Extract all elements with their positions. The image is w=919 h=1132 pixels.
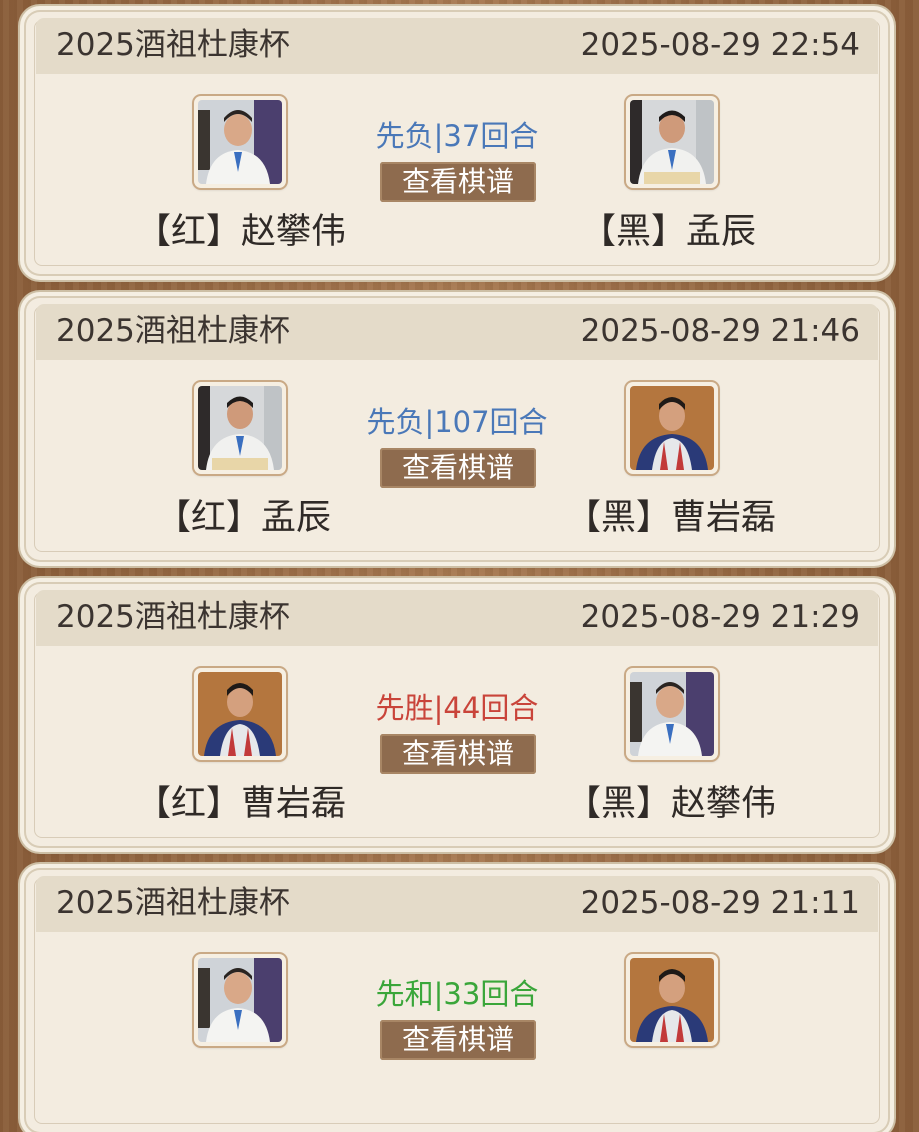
game-result: 先负|107回合 [366,405,548,439]
black-player-avatar [626,96,718,188]
view-record-button[interactable]: 查看棋谱 [380,448,536,488]
red-player-avatar [194,96,286,188]
view-record-button[interactable]: 查看棋谱 [380,734,536,774]
match-card[interactable]: 2025酒祖杜康杯 2025-08-29 21:29 先胜|44回合 查看棋谱 … [26,584,888,846]
view-record-button[interactable]: 查看棋谱 [380,162,536,202]
match-card[interactable]: 2025酒祖杜康杯 2025-08-29 21:11 先和|33回合 查看棋谱 [26,870,888,1132]
match-card[interactable]: 2025酒祖杜康杯 2025-08-29 21:46 先负|107回合 查看棋谱… [26,298,888,560]
black-player-name: 【黑】赵攀伟 [566,784,777,824]
black-player-name: 【黑】曹岩磊 [566,498,777,538]
match-time: 2025-08-29 21:46 [580,313,860,349]
event-title: 2025酒祖杜康杯 [56,599,290,635]
red-player-avatar [194,382,286,474]
black-player-avatar [626,382,718,474]
match-time: 2025-08-29 21:29 [580,599,860,635]
red-player-name: 【红】赵攀伟 [136,212,347,252]
game-result: 先负|37回合 [375,119,539,153]
match-time: 2025-08-29 21:11 [580,885,860,921]
red-player-avatar [194,668,286,760]
event-title: 2025酒祖杜康杯 [56,313,290,349]
match-time: 2025-08-29 22:54 [580,27,860,63]
red-player-name: 【红】曹岩磊 [136,784,347,824]
event-title: 2025酒祖杜康杯 [56,885,290,921]
red-player-name: 【红】孟辰 [156,498,332,538]
black-player-avatar [626,954,718,1046]
game-result: 先和|33回合 [375,977,539,1011]
view-record-button[interactable]: 查看棋谱 [380,1020,536,1060]
event-title: 2025酒祖杜康杯 [56,27,290,63]
red-player-avatar [194,954,286,1046]
match-card[interactable]: 2025酒祖杜康杯 2025-08-29 22:54 先负|37回合 查看棋谱 … [26,12,888,274]
game-result: 先胜|44回合 [375,691,539,725]
black-player-name: 【黑】孟辰 [581,212,757,252]
black-player-avatar [626,668,718,760]
